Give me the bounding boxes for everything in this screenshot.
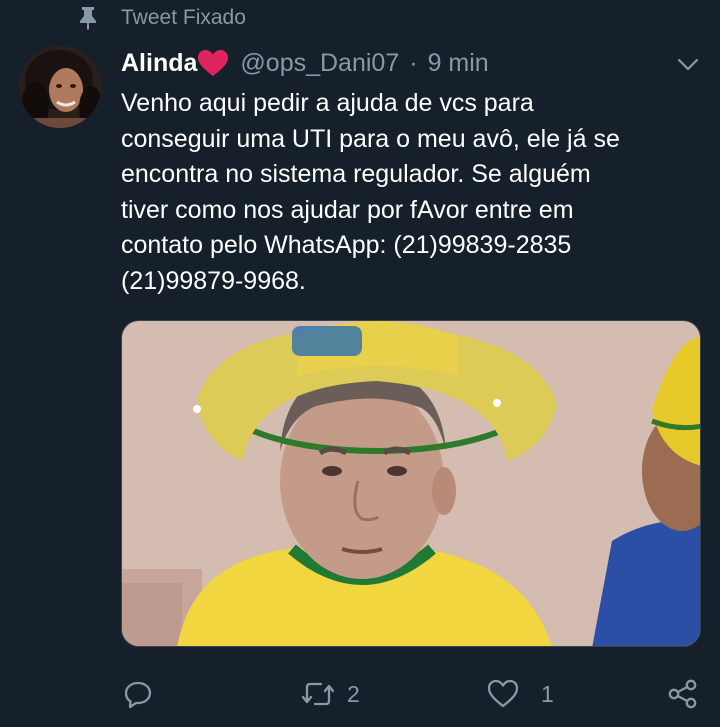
retweet-button[interactable]: 2 bbox=[301, 676, 360, 712]
tweet-text-line: contato pelo WhatsApp: (21)99839-2835 bbox=[121, 231, 572, 259]
tweet-photo[interactable] bbox=[121, 320, 701, 647]
red-heart-icon bbox=[198, 49, 229, 77]
tweet-header: Alinda @ops_Dani07 · 9 min bbox=[121, 44, 489, 82]
user-handle[interactable]: @ops_Dani07 bbox=[240, 49, 399, 78]
reply-icon bbox=[123, 679, 153, 709]
separator-dot: · bbox=[409, 48, 418, 77]
timestamp[interactable]: 9 min bbox=[428, 49, 489, 78]
like-button[interactable]: 1 bbox=[487, 676, 554, 712]
retweet-icon bbox=[301, 679, 335, 709]
display-name[interactable]: Alinda bbox=[121, 49, 197, 78]
tweet-text-line: conseguir uma UTI para o meu avô, ele já… bbox=[121, 124, 620, 153]
tweet-text-line: encontra no sistema regulador. Se alguém bbox=[121, 160, 591, 188]
share-icon bbox=[667, 678, 699, 710]
retweet-count: 2 bbox=[347, 680, 360, 707]
avatar[interactable] bbox=[19, 46, 101, 128]
share-button[interactable] bbox=[667, 676, 699, 712]
tweet-text-line: tiver como nos ajudar por fAvor entre em bbox=[121, 195, 574, 224]
reply-button[interactable] bbox=[123, 676, 165, 712]
tweet-text-line: (21)99879-9968. bbox=[121, 266, 306, 295]
chevron-down-icon[interactable] bbox=[676, 52, 700, 76]
tweet-text-line: Venho aqui pedir a ajuda de vcs para bbox=[121, 89, 534, 117]
pin-icon bbox=[78, 6, 98, 30]
tweet-card[interactable]: Tweet Fixado Alinda @ops_Dani07 · 9 min bbox=[0, 0, 720, 727]
like-count: 1 bbox=[541, 680, 554, 707]
heart-outline-icon bbox=[487, 679, 519, 709]
tweet-text: Venho aqui pedir a ajuda de vcs para con… bbox=[121, 86, 701, 299]
tweet-actions: 2 1 bbox=[0, 676, 720, 712]
pinned-label: Tweet Fixado bbox=[121, 6, 246, 29]
pinned-indicator: Tweet Fixado bbox=[78, 4, 246, 32]
